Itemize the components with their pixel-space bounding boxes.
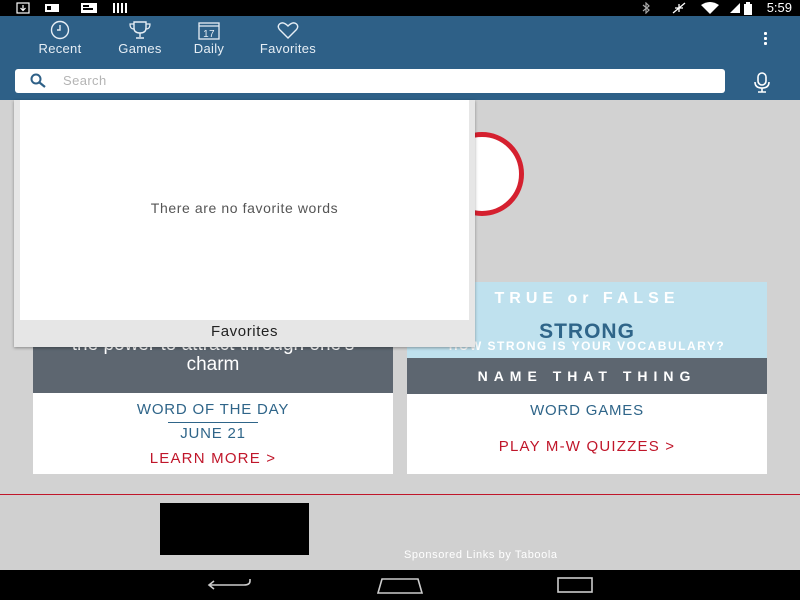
play-quizzes-link[interactable]: PLAY M-W QUIZZES > bbox=[407, 438, 767, 455]
app-bar: Recent Games 17 Daily Favorites Search bbox=[0, 16, 800, 100]
download-icon bbox=[16, 2, 30, 14]
word-of-the-day-date: JUNE 21 bbox=[180, 425, 246, 442]
name-that-thing-banner: NAME THAT THING bbox=[407, 358, 767, 394]
ad-area bbox=[0, 495, 800, 570]
image-icon bbox=[45, 4, 59, 12]
microphone-icon[interactable] bbox=[750, 71, 774, 95]
notification-card-icon bbox=[81, 3, 97, 13]
tab-games-label: Games bbox=[118, 41, 162, 56]
wifi-icon bbox=[701, 2, 719, 14]
tab-favorites-label: Favorites bbox=[259, 41, 317, 56]
tab-recent-label: Recent bbox=[38, 41, 82, 56]
status-bar: 5:59 bbox=[0, 0, 800, 16]
heart-icon bbox=[277, 22, 299, 39]
heading-divider bbox=[168, 422, 258, 423]
bluetooth-icon bbox=[642, 2, 650, 14]
overflow-menu-icon[interactable] bbox=[760, 32, 770, 48]
recents-icon[interactable] bbox=[556, 576, 594, 594]
barcode-icon bbox=[113, 3, 127, 13]
system-nav-bar bbox=[0, 570, 800, 600]
home-icon[interactable] bbox=[376, 577, 424, 595]
calendar-day-number: 17 bbox=[203, 29, 215, 40]
calendar-icon: 17 bbox=[198, 22, 220, 40]
favorites-list: There are no favorite words bbox=[20, 100, 469, 320]
word-games-heading: WORD GAMES bbox=[530, 402, 644, 419]
word-of-the-day-card[interactable]: the power to attract through one's charm… bbox=[33, 335, 393, 474]
favorites-popup-title: Favorites bbox=[210, 323, 279, 340]
learn-more-link[interactable]: LEARN MORE > bbox=[33, 450, 393, 467]
clock-icon bbox=[50, 20, 70, 40]
word-of-the-day-heading: WORD OF THE DAY bbox=[136, 401, 290, 418]
ad-banner[interactable] bbox=[160, 503, 309, 555]
empty-favorites-message: There are no favorite words bbox=[150, 200, 339, 216]
favorites-popup: There are no favorite words Favorites bbox=[14, 100, 475, 347]
tab-recent[interactable]: Recent bbox=[27, 16, 93, 60]
search-placeholder: Search bbox=[63, 73, 107, 88]
search-icon bbox=[30, 73, 46, 88]
search-bar[interactable]: Search bbox=[15, 69, 725, 93]
tab-daily[interactable]: 17 Daily bbox=[185, 16, 233, 60]
sponsored-links-label[interactable]: Sponsored Links by Taboola bbox=[404, 549, 558, 561]
status-time: 5:59 bbox=[766, 0, 792, 15]
tab-favorites[interactable]: Favorites bbox=[244, 16, 332, 60]
tab-daily-label: Daily bbox=[193, 41, 225, 56]
signal-icon bbox=[730, 3, 740, 13]
back-icon[interactable] bbox=[206, 577, 252, 593]
trophy-icon bbox=[129, 21, 151, 39]
battery-icon bbox=[744, 2, 752, 15]
tab-games[interactable]: Games bbox=[105, 16, 175, 60]
airplane-mode-icon bbox=[672, 2, 686, 14]
